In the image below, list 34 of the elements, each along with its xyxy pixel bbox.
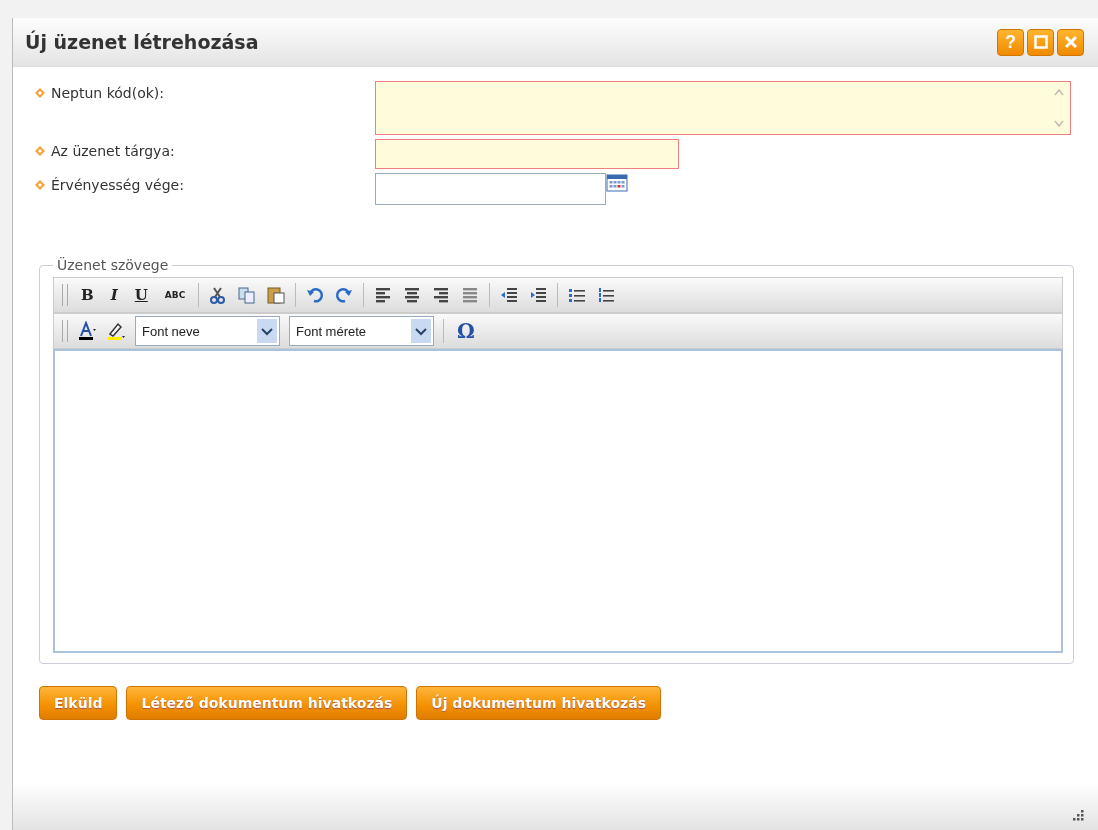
copy-icon[interactable]	[237, 285, 258, 305]
calendar-icon[interactable]	[606, 173, 628, 193]
bold-button[interactable]: B	[77, 286, 98, 304]
close-icon	[1063, 35, 1078, 49]
diamond-bullet-icon	[35, 146, 45, 156]
maximize-button[interactable]	[1027, 28, 1054, 56]
field-label: Az üzenet tárgya:	[51, 143, 175, 159]
close-button[interactable]	[1057, 28, 1084, 56]
paste-icon[interactable]	[266, 285, 287, 305]
special-character-button[interactable]: Ω	[453, 319, 479, 343]
square-icon	[1033, 35, 1048, 49]
highlighter-icon[interactable]	[106, 321, 126, 341]
diamond-bullet-icon	[35, 180, 45, 190]
strikethrough-button[interactable]: ABC	[160, 290, 190, 300]
subject-field[interactable]	[375, 139, 679, 169]
diamond-bullet-icon	[35, 88, 45, 98]
redo-icon[interactable]	[334, 285, 355, 305]
italic-button[interactable]: I	[106, 286, 122, 304]
font-name-dropdown[interactable]: Font neve	[135, 316, 280, 346]
undo-icon[interactable]	[305, 285, 326, 305]
underline-button[interactable]: U	[130, 286, 152, 304]
field-label: Neptun kód(ok):	[51, 85, 165, 101]
date-field[interactable]	[375, 173, 606, 205]
window-title: Új üzenet létrehozása	[25, 31, 260, 53]
field-label: Érvényesség vége:	[51, 177, 184, 193]
font-size-dropdown[interactable]: Font mérete	[289, 316, 434, 346]
chevron-down-icon[interactable]	[411, 319, 431, 343]
numbered-list-icon[interactable]	[596, 285, 617, 305]
outdent-icon[interactable]	[499, 285, 520, 305]
text-color-icon[interactable]	[77, 321, 97, 341]
resize-grip-icon[interactable]	[1070, 808, 1084, 822]
indent-icon[interactable]	[528, 285, 549, 305]
chevron-down-icon[interactable]	[257, 319, 277, 343]
fieldset-legend: Üzenet szövege	[53, 257, 173, 273]
